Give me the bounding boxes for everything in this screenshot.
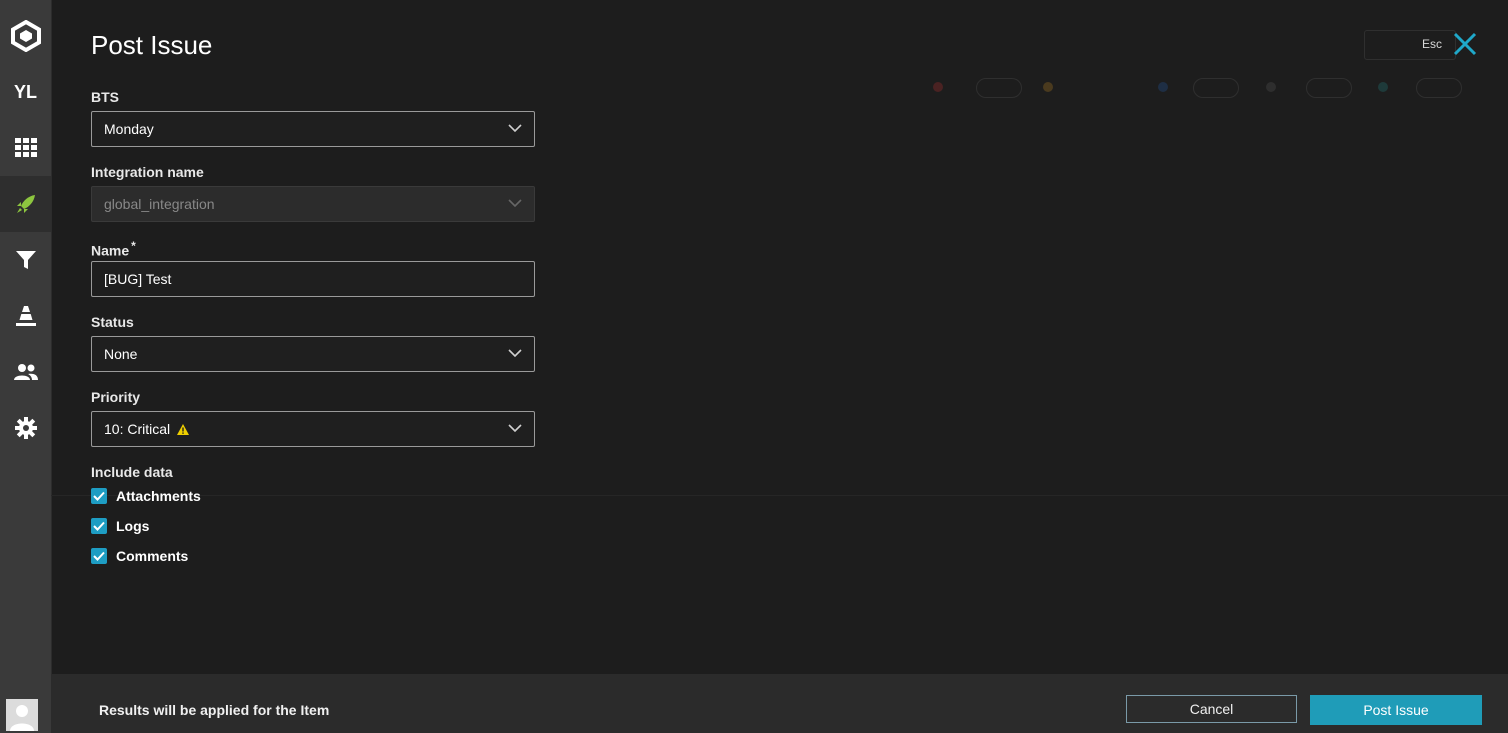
required-mark: * xyxy=(131,239,136,253)
close-x-icon[interactable] xyxy=(1452,31,1478,57)
members-icon xyxy=(13,364,38,380)
app-logo-icon[interactable] xyxy=(0,8,51,64)
logs-checkbox[interactable] xyxy=(91,518,107,534)
status-value: None xyxy=(104,346,138,362)
sidebar-item-launches[interactable] xyxy=(0,176,51,232)
avatar[interactable] xyxy=(6,699,38,731)
dashboard-grid-icon xyxy=(14,138,37,157)
logs-label: Logs xyxy=(116,518,150,534)
sidebar: YL xyxy=(0,0,52,733)
cancel-button[interactable]: Cancel xyxy=(1126,695,1297,723)
sidebar-item-members[interactable] xyxy=(0,344,51,400)
bts-label: BTS xyxy=(91,89,119,105)
comments-checkbox[interactable] xyxy=(91,548,107,564)
chevron-down-icon xyxy=(508,424,522,433)
status-label: Status xyxy=(91,314,134,330)
footer-note: Results will be applied for the Item xyxy=(99,702,330,718)
user-avatar-icon xyxy=(10,705,34,731)
comments-label: Comments xyxy=(116,548,189,564)
chevron-down-icon xyxy=(508,199,522,208)
attachments-label: Attachments xyxy=(116,488,201,504)
priority-label: Priority xyxy=(91,389,141,405)
modal-title: Post Issue xyxy=(91,30,213,60)
sidebar-item-settings[interactable] xyxy=(0,400,51,456)
integration-value: global_integration xyxy=(104,196,215,212)
name-value: [BUG] Test xyxy=(104,271,172,287)
post-issue-button[interactable]: Post Issue xyxy=(1310,695,1482,725)
debug-cone-icon xyxy=(15,306,36,326)
status-select[interactable]: None xyxy=(91,336,535,372)
integration-select: global_integration xyxy=(91,186,535,222)
project-selector[interactable]: YL xyxy=(0,64,51,120)
priority-select[interactable]: 10: Critical xyxy=(91,411,535,447)
comments-checkbox-row[interactable]: Comments xyxy=(91,548,188,564)
integration-label: Integration name xyxy=(91,164,204,180)
launches-rocket-icon xyxy=(16,195,35,213)
checkmark-icon xyxy=(93,521,105,531)
sidebar-item-filters[interactable] xyxy=(0,232,51,288)
warning-triangle-icon xyxy=(177,423,190,435)
modal-close[interactable]: Esc xyxy=(1422,31,1478,57)
name-label-text: Name xyxy=(91,242,130,259)
settings-gear-icon xyxy=(14,417,37,439)
sidebar-item-dashboards[interactable] xyxy=(0,120,51,176)
name-label: Name * xyxy=(91,239,136,259)
checkmark-icon xyxy=(93,551,105,561)
include-data-label: Include data xyxy=(91,464,173,480)
name-input[interactable]: [BUG] Test xyxy=(91,261,535,297)
chevron-down-icon xyxy=(508,349,522,358)
logs-checkbox-row[interactable]: Logs xyxy=(91,518,149,534)
bts-value: Monday xyxy=(104,121,154,137)
checkmark-icon xyxy=(93,491,105,501)
priority-value: 10: Critical xyxy=(104,421,171,437)
filter-icon xyxy=(15,251,36,269)
sidebar-item-debug[interactable] xyxy=(0,288,51,344)
chevron-down-icon xyxy=(508,124,522,133)
bts-select[interactable]: Monday xyxy=(91,111,535,147)
project-initials: YL xyxy=(13,81,37,102)
attachments-checkbox-row[interactable]: Attachments xyxy=(91,488,201,504)
attachments-checkbox[interactable] xyxy=(91,488,107,504)
modal-footer: Results will be applied for the Item Can… xyxy=(51,674,1508,733)
esc-hint: Esc xyxy=(1421,37,1442,51)
